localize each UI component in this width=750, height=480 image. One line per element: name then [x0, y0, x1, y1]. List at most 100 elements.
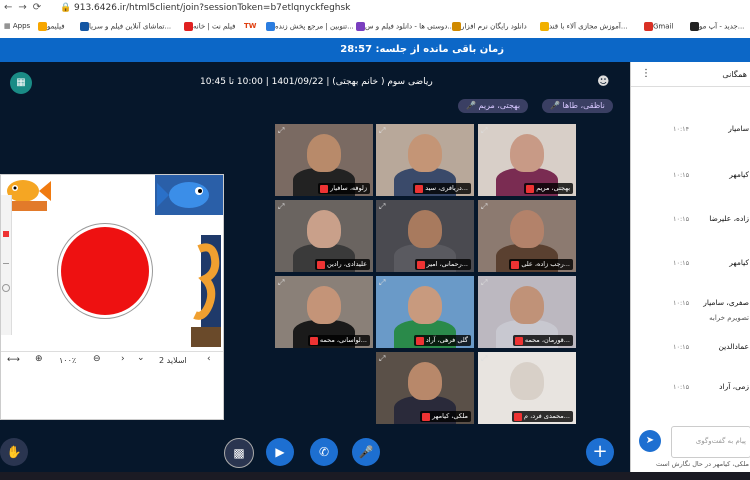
- muted-mic-icon: [422, 413, 431, 421]
- muted-mic-icon: [309, 337, 318, 345]
- muted-mic-icon: [317, 261, 326, 269]
- muted-mic-icon: [511, 261, 520, 269]
- annotation-toolbar[interactable]: [1, 195, 12, 335]
- url-field[interactable]: 913.6426.ir/html5client/join?sessionToke…: [74, 3, 350, 13]
- bookmark-item[interactable]: Gmail: [642, 22, 673, 31]
- chat-sender-name: صفری، سامیار: [703, 298, 749, 307]
- mute-button[interactable]: 🎤: [352, 438, 380, 466]
- expand-icon[interactable]: ⤢: [379, 354, 385, 364]
- expand-icon[interactable]: ⤢: [379, 278, 385, 288]
- bookmark-item[interactable]: آموزش مجازی آلاء با قند...: [538, 22, 628, 31]
- slide-select-chevron-icon[interactable]: ⌄: [137, 353, 145, 363]
- muted-mic-icon: [416, 261, 425, 269]
- browser-address-bar: ←→⟳ 🔒 913.6426.ir/html5client/join?sessi…: [0, 0, 750, 19]
- mic-icon: 🎤: [550, 101, 560, 110]
- bookmark-favicon-icon: [266, 22, 275, 31]
- chat-sender-name: سامیار: [728, 124, 749, 133]
- talking-badge: 🎤 ناظقی، طاها: [542, 99, 613, 113]
- apps-grid-icon: ▦: [4, 22, 11, 30]
- video-tile[interactable]: ⤢ محمدی فرد، م...: [478, 352, 576, 424]
- participant-name: دریافری، سید...: [413, 183, 471, 194]
- muted-mic-icon: [514, 413, 523, 421]
- video-tile[interactable]: ⤢ رجب زاده، علی...: [478, 200, 576, 272]
- expand-icon[interactable]: ⤢: [481, 278, 487, 288]
- participant-face: [307, 210, 341, 248]
- bookmark-item[interactable]: دوستی ها - دانلود فیلم و س...: [354, 22, 454, 31]
- bookmark-item[interactable]: فیلیمو: [36, 22, 65, 31]
- bookmark-item[interactable]: دانلود رایگان نرم افزار: [450, 22, 527, 31]
- video-camera-icon: ▶: [275, 445, 285, 459]
- plus-icon: +: [592, 441, 608, 462]
- video-tile[interactable]: ⤢ قورمان، محمه...: [478, 276, 576, 348]
- video-tile[interactable]: ⤢ گلی فرهی، آراد: [376, 276, 474, 348]
- chat-sender-name: زاده، علیرضا: [709, 214, 749, 223]
- bookmark-item[interactable]: فیلم نت | خانه: [182, 22, 235, 31]
- video-tile[interactable]: ⤢ علیدادی، رادین: [275, 200, 373, 272]
- eraser-icon[interactable]: [2, 284, 10, 292]
- actions-plus-button[interactable]: +: [586, 438, 614, 466]
- participant-name: رجب زاده، علی...: [509, 259, 573, 270]
- expand-icon[interactable]: ⤢: [481, 202, 487, 212]
- bookmark-item[interactable]: تنوبین | مرجع پخش زنده...: [264, 22, 354, 31]
- fit-width-icon[interactable]: ⟷: [7, 355, 20, 365]
- muted-mic-icon: [526, 185, 535, 193]
- expand-icon[interactable]: ⤢: [278, 202, 284, 212]
- lock-icon: 🔒: [60, 3, 72, 13]
- session-timer: زمان باقی مانده از جلسه: 28:57: [340, 44, 504, 55]
- chat-header: ⋮ همگانی: [631, 62, 750, 87]
- video-tile[interactable]: ⤢ زلوفه، سافیار: [275, 124, 373, 196]
- screen-share-button[interactable]: ▩: [224, 438, 254, 468]
- zoom-in-icon[interactable]: ⊕: [35, 354, 43, 364]
- expand-icon[interactable]: ⤢: [379, 202, 385, 212]
- video-tile[interactable]: ⤢ دریافری، سید...: [376, 124, 474, 196]
- expand-icon[interactable]: ⤢: [379, 126, 385, 136]
- chat-timestamp: ۱۰:۱۵: [673, 259, 690, 267]
- slide-selector[interactable]: اسلاید 2: [159, 356, 187, 365]
- color-swatch-icon[interactable]: [3, 231, 9, 237]
- participant-name: گلی فرهی، آراد: [413, 335, 471, 346]
- chat-sender-name: کیامهر: [729, 258, 749, 267]
- video-tile[interactable]: ⤢ رحمانی، امیر...: [376, 200, 474, 272]
- bookmark-item[interactable]: TW: [244, 22, 257, 30]
- chat-sender-name: عمادالدین: [718, 342, 749, 351]
- browser-nav-icons[interactable]: ←→⟳: [4, 2, 47, 13]
- zoom-out-icon[interactable]: ⊖: [93, 354, 101, 364]
- camera-button[interactable]: ▶: [266, 438, 294, 466]
- prev-slide-icon[interactable]: ‹: [207, 354, 211, 364]
- chat-input[interactable]: پیام به گفت‌وگوی: [671, 426, 750, 458]
- video-tile[interactable]: ⤢ ملکی، کیامهر: [376, 352, 474, 424]
- send-message-button[interactable]: ➤: [639, 430, 661, 452]
- bookmark-item[interactable]: جدید - آپ مو...: [688, 22, 744, 31]
- apps-shortcut[interactable]: ▦ Apps: [4, 22, 30, 30]
- meeting-title: ریاضی سوم ( خانم بهجتی) | 1401/09/22 | 1…: [200, 77, 433, 87]
- stats-icon[interactable]: ▦: [10, 72, 32, 94]
- pen-tool-icon[interactable]: [3, 263, 9, 264]
- meeting-area: ▦ ریاضی سوم ( خانم بهجتی) | 1401/09/22 |…: [0, 62, 630, 472]
- expand-icon[interactable]: ⤢: [278, 278, 284, 288]
- expand-icon[interactable]: ⤢: [278, 126, 284, 136]
- os-taskbar: [0, 472, 750, 480]
- muted-mic-icon: [415, 185, 424, 193]
- expand-icon[interactable]: ⤢: [481, 354, 487, 364]
- microphone-icon: 🎤: [358, 445, 374, 459]
- chat-timestamp: ۱۰:۱۵: [673, 343, 690, 351]
- participant-face: [408, 362, 442, 400]
- bookmark-favicon-icon: [38, 22, 47, 31]
- bookmark-item[interactable]: تماشای آنلاین فیلم و سریا...: [78, 22, 171, 31]
- chat-timestamp: ۱۰:۱۵: [673, 215, 690, 223]
- chat-timestamp: ۱۰:۱۴: [673, 125, 690, 133]
- gmail-icon: [644, 22, 653, 31]
- raise-hand-button[interactable]: ✋: [0, 438, 28, 466]
- video-tile[interactable]: ⤢ لواسانی، محمه...: [275, 276, 373, 348]
- participant-name: زلوفه، سافیار: [318, 183, 370, 194]
- video-tile[interactable]: ⤢ بهجتی، مریم: [478, 124, 576, 196]
- expand-icon[interactable]: ⤢: [481, 126, 487, 136]
- chat-timestamp: ۱۰:۱۵: [673, 171, 690, 179]
- users-list-icon[interactable]: ☻: [597, 74, 610, 88]
- chat-title: همگانی: [722, 70, 747, 79]
- next-slide-icon[interactable]: ›: [121, 354, 125, 364]
- leave-audio-button[interactable]: ✆: [310, 438, 338, 466]
- participant-name: بهجتی، مریم: [524, 183, 573, 194]
- chat-menu-icon[interactable]: ⋮: [641, 68, 651, 79]
- bookmark-favicon-icon: [184, 22, 193, 31]
